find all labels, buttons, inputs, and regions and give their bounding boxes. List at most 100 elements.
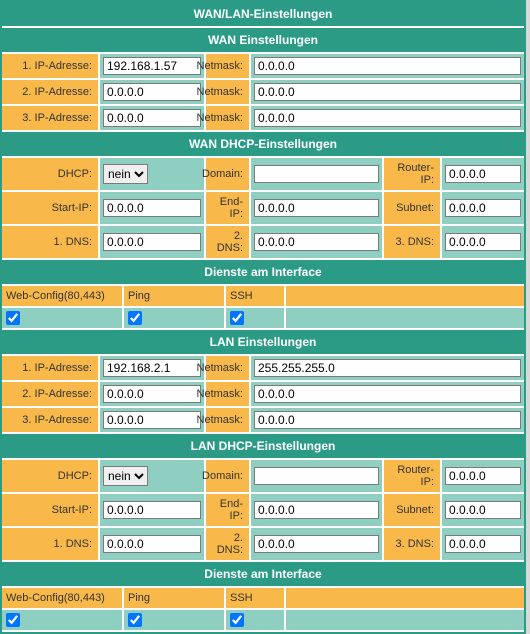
lan-row-3: 3. IP-Adresse: Netmask:: [2, 408, 524, 434]
lan-netmask-input-3[interactable]: [254, 411, 521, 429]
lan-ping-checkbox[interactable]: [128, 613, 142, 627]
wan-dhcp-l2-1: Domain:: [206, 158, 251, 190]
wan-dhcp-row-2: Start-IP: End-IP: Subnet:: [2, 192, 524, 226]
wan-service-spacer: [286, 286, 524, 306]
lan-dhcp-v3-input-1[interactable]: [445, 467, 521, 485]
wan-dhcp-v2-input-3[interactable]: [254, 233, 379, 251]
wan-dhcp-l3-1: Router-IP:: [384, 158, 442, 190]
wan-services-value-row: [2, 308, 524, 330]
wan-dhcp-l1-1: DHCP:: [2, 158, 100, 190]
wan-service-value-spacer: [286, 308, 524, 328]
lan-dhcp-row-2: Start-IP: End-IP: Subnet:: [2, 494, 524, 528]
lan-services-value-row: [2, 610, 524, 632]
lan-dhcp-l1-3: 1. DNS:: [2, 528, 100, 560]
wan-dhcp-v1-input-3[interactable]: [103, 233, 201, 251]
lan-service-webconfig-label: Web-Config(80,443): [2, 588, 124, 608]
wan-row-3: 3. IP-Adresse: Netmask:: [2, 106, 524, 132]
lan-service-spacer: [286, 588, 524, 608]
lan-dhcp-l1-1: DHCP:: [2, 460, 100, 492]
wan-dhcp-v2-input-1[interactable]: [254, 165, 379, 183]
lan-services-header-row: Web-Config(80,443) Ping SSH: [2, 588, 524, 610]
wan-dhcp-title: WAN DHCP-Einstellungen: [2, 132, 524, 158]
wan-service-ping-label: Ping: [124, 286, 226, 306]
wan-netmask-label-3: Netmask:: [206, 106, 251, 130]
lan-service-value-spacer: [286, 610, 524, 630]
lan-netmask-input-2[interactable]: [254, 385, 521, 403]
lan-netmask-label-1: Netmask:: [206, 356, 251, 380]
wan-ssh-checkbox[interactable]: [230, 311, 244, 325]
wan-dhcp-row-3: 1. DNS: 2. DNS: 3. DNS:: [2, 226, 524, 260]
lan-row-1: 1. IP-Adresse: Netmask:: [2, 356, 524, 382]
wan-netmask-input-1[interactable]: [254, 57, 521, 75]
wan-dhcp-v3-input-2[interactable]: [445, 199, 521, 217]
lan-netmask-label-3: Netmask:: [206, 408, 251, 432]
lan-dhcp-l3-1: Router-IP:: [384, 460, 442, 492]
lan-dhcp-v3-input-3[interactable]: [445, 535, 521, 553]
lan-dhcp-l2-3: 2. DNS:: [206, 528, 251, 560]
lan-dhcp-l3-2: Subnet:: [384, 494, 442, 526]
wan-dhcp-l3-3: 3. DNS:: [384, 226, 442, 258]
wan-service-ssh-label: SSH: [226, 286, 286, 306]
lan-dhcp-v3-input-2[interactable]: [445, 501, 521, 519]
lan-service-ssh-label: SSH: [226, 588, 286, 608]
lan-dhcp-v2-input-3[interactable]: [254, 535, 379, 553]
lan-service-ping-label: Ping: [124, 588, 226, 608]
wan-dhcp-v3-input-3[interactable]: [445, 233, 521, 251]
lan-dhcp-l1-2: Start-IP:: [2, 494, 100, 526]
main-title: WAN/LAN-Einstellungen: [2, 2, 524, 28]
lan-dhcp-l3-3: 3. DNS:: [384, 528, 442, 560]
wan-netmask-input-3[interactable]: [254, 109, 521, 127]
wan-lan-settings-panel: WAN/LAN-Einstellungen WAN Einstellungen …: [0, 0, 526, 634]
wan-row-2: 2. IP-Adresse: Netmask:: [2, 80, 524, 106]
lan-netmask-input-1[interactable]: [254, 359, 521, 377]
wan-netmask-label-2: Netmask:: [206, 80, 251, 104]
wan-ip-input-2[interactable]: [103, 83, 201, 101]
wan-service-webconfig-label: Web-Config(80,443): [2, 286, 124, 306]
lan-ip-input-3[interactable]: [103, 411, 201, 429]
wan-dhcp-v1-input-2[interactable]: [103, 199, 201, 217]
lan-ssh-checkbox[interactable]: [230, 613, 244, 627]
lan-dhcp-row-3: 1. DNS: 2. DNS: 3. DNS:: [2, 528, 524, 562]
wan-webconfig-checkbox[interactable]: [6, 311, 20, 325]
wan-dhcp-v3-input-1[interactable]: [445, 165, 521, 183]
wan-row-1: 1. IP-Adresse: Netmask:: [2, 54, 524, 80]
wan-ip-input-1[interactable]: [103, 57, 201, 75]
lan-dhcp-l2-1: Domain:: [206, 460, 251, 492]
lan-dhcp-title: LAN DHCP-Einstellungen: [2, 434, 524, 460]
wan-title: WAN Einstellungen: [2, 28, 524, 54]
wan-dhcp-dhcp-select[interactable]: nein: [103, 164, 148, 184]
lan-dhcp-dhcp-select[interactable]: nein: [103, 466, 148, 486]
lan-services-title: Dienste am Interface: [2, 562, 524, 588]
wan-dhcp-v2-input-2[interactable]: [254, 199, 379, 217]
lan-dhcp-row-1: DHCP:nein Domain: Router-IP:: [2, 460, 524, 494]
lan-dhcp-v1-input-3[interactable]: [103, 535, 201, 553]
lan-ip-label-2: 2. IP-Adresse:: [2, 382, 100, 406]
lan-dhcp-l2-2: End-IP:: [206, 494, 251, 526]
wan-netmask-label-1: Netmask:: [206, 54, 251, 78]
wan-ip-input-3[interactable]: [103, 109, 201, 127]
lan-dhcp-v2-input-1[interactable]: [254, 467, 379, 485]
lan-title: LAN Einstellungen: [2, 330, 524, 356]
wan-dhcp-l3-2: Subnet:: [384, 192, 442, 224]
wan-dhcp-l2-2: End-IP:: [206, 192, 251, 224]
lan-dhcp-v1-input-2[interactable]: [103, 501, 201, 519]
wan-services-title: Dienste am Interface: [2, 260, 524, 286]
lan-webconfig-checkbox[interactable]: [6, 613, 20, 627]
lan-ip-label-1: 1. IP-Adresse:: [2, 356, 100, 380]
wan-dhcp-l1-3: 1. DNS:: [2, 226, 100, 258]
lan-ip-input-2[interactable]: [103, 385, 201, 403]
lan-netmask-label-2: Netmask:: [206, 382, 251, 406]
lan-ip-input-1[interactable]: [103, 359, 201, 377]
wan-netmask-input-2[interactable]: [254, 83, 521, 101]
wan-dhcp-l1-2: Start-IP:: [2, 192, 100, 224]
lan-dhcp-v2-input-2[interactable]: [254, 501, 379, 519]
lan-row-2: 2. IP-Adresse: Netmask:: [2, 382, 524, 408]
wan-ip-label-1: 1. IP-Adresse:: [2, 54, 100, 78]
wan-services-header-row: Web-Config(80,443) Ping SSH: [2, 286, 524, 308]
wan-ip-label-2: 2. IP-Adresse:: [2, 80, 100, 104]
wan-dhcp-l2-3: 2. DNS:: [206, 226, 251, 258]
lan-ip-label-3: 3. IP-Adresse:: [2, 408, 100, 432]
wan-ip-label-3: 3. IP-Adresse:: [2, 106, 100, 130]
wan-ping-checkbox[interactable]: [128, 311, 142, 325]
wan-dhcp-row-1: DHCP:nein Domain: Router-IP:: [2, 158, 524, 192]
